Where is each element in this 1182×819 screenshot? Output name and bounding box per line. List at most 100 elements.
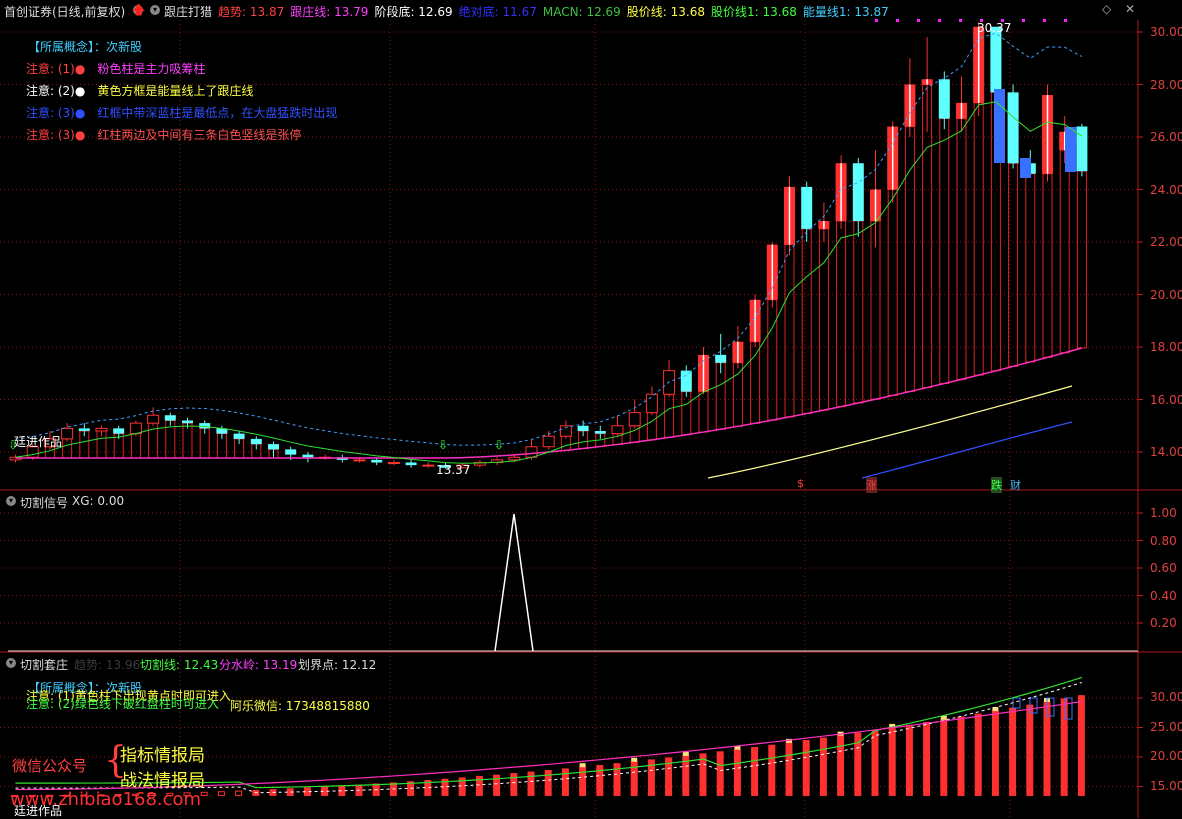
support-bar (836, 220, 847, 408)
panel3-author: 廷进作品 (14, 804, 63, 818)
low-price-label: 13.37 (436, 463, 471, 477)
candle-body (129, 422, 142, 435)
axis-tick-label: 22.00 (1150, 235, 1182, 249)
candle-body (387, 462, 400, 464)
panel3-title[interactable]: 切割套庄 (20, 656, 68, 673)
support-bar (818, 228, 829, 411)
axis-tick-label: 20.00 (1150, 749, 1182, 763)
volume-bar (940, 719, 948, 796)
top-marker-dot (959, 19, 962, 22)
axis-tick-label: 30.00 (1150, 690, 1182, 704)
volume-bar (785, 742, 793, 796)
candle-body (78, 428, 90, 431)
volume-bar (923, 722, 931, 796)
candle-body (611, 425, 624, 435)
axis-tick-label: 15.00 (1150, 778, 1182, 793)
axis-tick-label: 14.00 (1150, 445, 1182, 459)
panel3-faint-item: 趋势: 13.96 (74, 658, 141, 672)
note-2: 注意: (2)● 黄色方框是能量线上了跟庄线 (26, 82, 257, 99)
candle-body (164, 415, 176, 421)
panel3-boundary: 划界点: 12.12 (298, 658, 377, 672)
support-bar (62, 438, 73, 459)
candle-body (371, 459, 383, 463)
candle-body (801, 186, 813, 229)
panel2-header: ▾ 切割信号 XG: 0.00 (0, 492, 1182, 510)
volume-bar (733, 749, 741, 796)
volume-bar (974, 713, 982, 796)
axis-tick-label: 1.00 (1150, 506, 1177, 520)
panel3-note2: 注意: (2)绿色线下破红盘柱时可进入 (26, 697, 219, 711)
panel3-watershed: 分水岭: 13.19 (219, 658, 298, 672)
support-bar (732, 362, 743, 427)
axis-tick-label: 24.00 (1150, 182, 1182, 197)
author-label: 廷进作品 (14, 435, 63, 449)
top-marker-dot (1043, 19, 1046, 22)
candle-body (508, 456, 521, 461)
support-bar (646, 412, 657, 441)
axis-tick-label: 16.00 (1150, 392, 1182, 407)
top-marker-dot (938, 19, 941, 22)
axis-tick-label: 28.00 (1150, 77, 1182, 92)
note-4: 注意: (3)● 红柱两边及中间有三条白色竖线是张停 (26, 126, 305, 143)
candle-body (628, 412, 641, 427)
support-bar (853, 220, 864, 404)
support-bar (939, 118, 950, 385)
volume-bar (235, 790, 243, 796)
note-prefix: 注意: (3)● (26, 106, 86, 120)
high-price-label: 30.37 (977, 21, 1012, 35)
candle-body (113, 428, 125, 434)
axis-tick-label: 20.00 (1150, 287, 1182, 302)
volume-bar (579, 766, 587, 796)
volume-bar (1026, 704, 1034, 796)
support-bar (165, 420, 176, 459)
support-bar (1076, 170, 1087, 349)
candle-body (302, 454, 314, 458)
volume-bar (1009, 707, 1017, 796)
brand-1: 指标情报局 (120, 746, 205, 766)
support-bar (887, 189, 898, 396)
note-1: 注意: (1)● 粉色柱是主力吸筹柱 (26, 60, 209, 77)
panel2-title[interactable]: 切割信号 (20, 494, 68, 511)
axis-tick-label: 0.60 (1150, 561, 1177, 575)
axis-tick-label: 25.00 (1150, 719, 1182, 734)
candle-body (95, 427, 108, 432)
candle-body (285, 449, 297, 455)
support-bar (956, 118, 967, 380)
volume-bar (561, 768, 569, 796)
signal-mark-fall: 跌 (991, 477, 1002, 493)
candle-body (542, 435, 555, 448)
support-bar (664, 393, 675, 438)
support-bar (130, 433, 141, 459)
note-prefix: 注意: (2)● (26, 84, 86, 98)
candle-body (852, 163, 864, 221)
dip-bar (1065, 127, 1076, 172)
support-bar (681, 391, 692, 436)
candle-body (199, 423, 211, 429)
panel2-menu-icon[interactable]: ▾ (6, 496, 16, 506)
volume-bar (1077, 695, 1085, 796)
concept-value: ：次新股 (94, 40, 143, 54)
note-text: 红框中带深蓝柱是最低点，在大盘猛跌时出现 (97, 106, 338, 120)
dip-bar (1020, 158, 1031, 178)
support-bar (1025, 173, 1036, 363)
volume-bar (768, 744, 776, 796)
dip-bar (994, 89, 1005, 163)
axis-tick-label: 0.20 (1150, 616, 1177, 630)
candle-body (577, 425, 589, 431)
candle-body (594, 431, 606, 434)
candle-body (715, 354, 727, 363)
volume-bar (1060, 698, 1068, 796)
yellow-dot (579, 763, 586, 768)
candle-body (938, 79, 950, 119)
candle-body (147, 414, 160, 424)
buy-arrow-icon: ⇩ (438, 438, 448, 452)
support-bar (870, 220, 881, 400)
wechat-label: 微信公众号 (12, 757, 88, 775)
top-marker-dot (1022, 19, 1025, 22)
volume-bar (871, 730, 879, 796)
candle-body (182, 420, 193, 424)
axis-tick-label: 0.40 (1150, 588, 1177, 603)
top-marker-dot (896, 19, 899, 22)
panel3-menu-icon[interactable]: ▾ (6, 658, 16, 668)
axis-tick-label: 26.00 (1150, 130, 1182, 144)
